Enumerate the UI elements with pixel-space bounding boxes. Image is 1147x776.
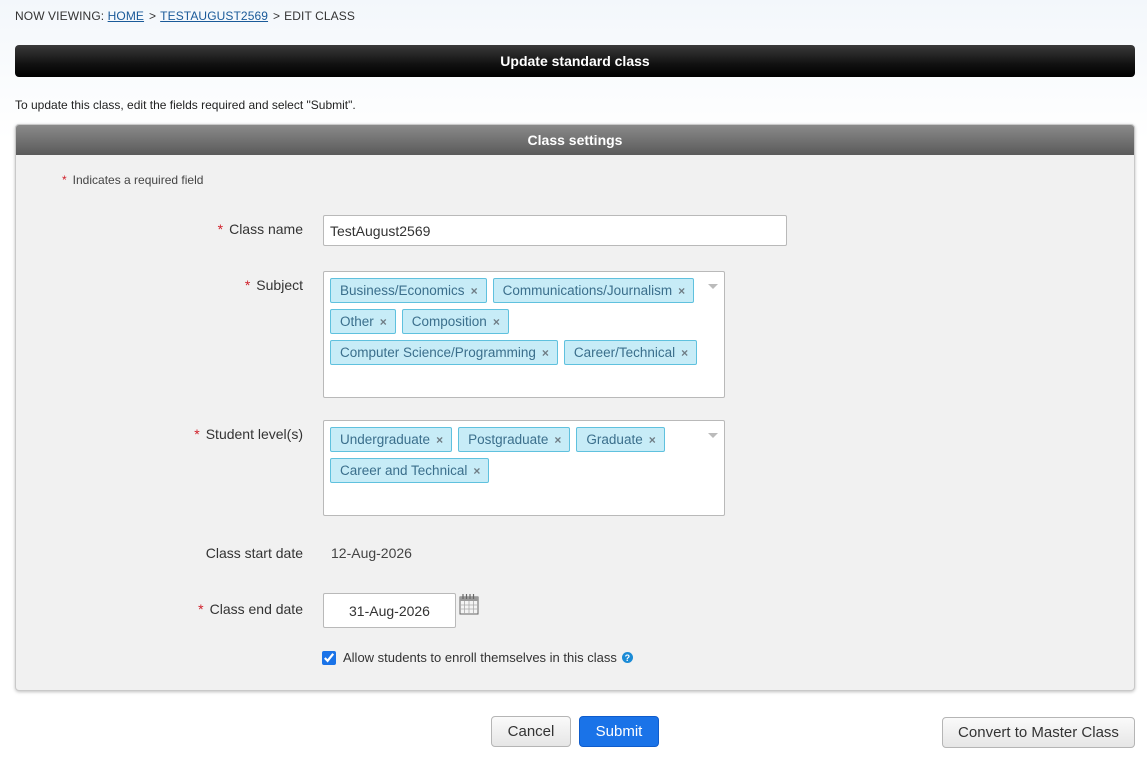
breadcrumb: NOW VIEWING: HOME > TESTAUGUST2569 > EDIT CL… (15, 9, 355, 23)
breadcrumb-class-link[interactable]: TESTAUGUST2569 (160, 9, 268, 23)
breadcrumb-prefix: NOW VIEWING: (15, 9, 105, 23)
start-date-label: Class start date (205, 545, 303, 561)
remove-tag-icon[interactable]: × (554, 433, 561, 447)
chevron-down-icon[interactable] (708, 284, 718, 289)
level-tag-row: Undergraduate × Postgraduate × Graduate × (330, 425, 718, 456)
level-tag-row: Career and Technical × (330, 456, 718, 487)
chevron-down-icon[interactable] (708, 433, 718, 438)
cancel-button[interactable]: Cancel (491, 716, 571, 747)
page-title: Update standard class (15, 45, 1135, 77)
subject-tag: Career/Technical × (563, 340, 698, 365)
self-enroll-row: Allow students to enroll themselves in t… (322, 650, 633, 665)
remove-tag-icon[interactable]: × (678, 284, 685, 298)
level-tag: Undergraduate × (330, 427, 453, 452)
help-icon[interactable]: ? (621, 652, 633, 663)
class-name-label: * Class name (217, 221, 303, 237)
breadcrumb-home-link[interactable]: HOME (108, 9, 144, 23)
self-enroll-checkbox[interactable] (322, 650, 336, 665)
required-star: * (62, 173, 67, 187)
subject-tag-row: Business/Economics × Communications/Journa… (330, 276, 718, 307)
level-tag: Career and Technical × (330, 458, 490, 483)
remove-tag-icon[interactable]: × (649, 433, 656, 447)
subject-tag: Composition × (401, 309, 509, 334)
subject-tag: Computer Science/Programming × (330, 340, 558, 365)
remove-tag-icon[interactable]: × (542, 346, 549, 360)
required-field-note: * Indicates a required field (62, 173, 204, 187)
student-levels-multiselect[interactable]: Undergraduate × Postgraduate × Graduate × Car… (323, 420, 725, 516)
end-date-label: * Class end date (198, 601, 303, 617)
calendar-icon[interactable] (459, 593, 479, 615)
subject-label: * Subject (244, 277, 303, 293)
student-levels-label: * Student level(s) (194, 426, 303, 442)
subject-multiselect[interactable]: Business/Economics × Communications/Journa… (323, 271, 725, 398)
submit-button[interactable]: Submit (579, 716, 659, 747)
remove-tag-icon[interactable]: × (471, 284, 478, 298)
level-tag: Postgraduate × (458, 427, 571, 452)
class-settings-panel: Class settings * Indicates a required fie… (15, 124, 1135, 691)
instructions-text: To update this class, edit the fields re… (15, 98, 356, 112)
breadcrumb-current: EDIT CLASS (284, 9, 355, 23)
remove-tag-icon[interactable]: × (380, 315, 387, 329)
remove-tag-icon[interactable]: × (681, 346, 688, 360)
remove-tag-icon[interactable]: × (436, 433, 443, 447)
convert-to-master-button[interactable]: Convert to Master Class (942, 717, 1135, 748)
remove-tag-icon[interactable]: × (493, 315, 500, 329)
subject-tag-row: Computer Science/Programming × Career/Tech… (330, 338, 718, 369)
self-enroll-label: Allow students to enroll themselves in t… (343, 650, 617, 665)
class-name-input[interactable] (323, 215, 787, 246)
subject-tag-row: Other × Composition × (330, 307, 718, 338)
subject-tag: Business/Economics × (330, 278, 487, 303)
remove-tag-icon[interactable]: × (473, 464, 480, 478)
subject-tag: Communications/Journalism × (492, 278, 695, 303)
level-tag: Graduate × (576, 427, 665, 452)
panel-title: Class settings (16, 125, 1134, 155)
subject-tag: Other × (330, 309, 396, 334)
start-date-value: 12-Aug-2026 (331, 545, 412, 561)
end-date-input[interactable] (323, 593, 456, 628)
